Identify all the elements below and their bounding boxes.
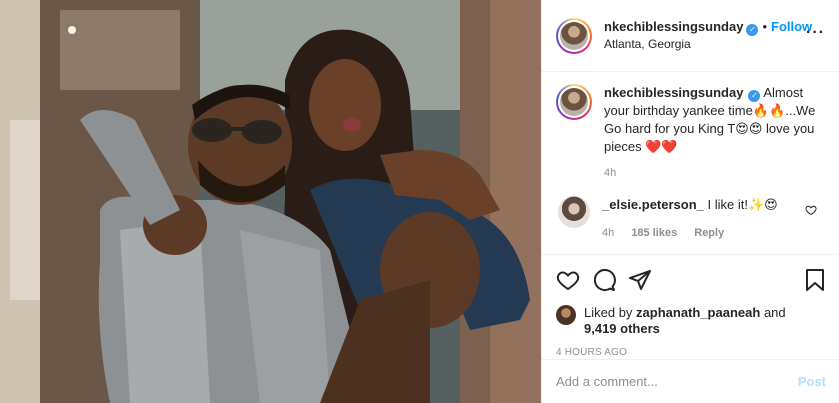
comment-input[interactable] [556, 374, 798, 389]
photo-illustration [0, 0, 541, 403]
post-timestamp[interactable]: 4 HOURS AGO [556, 347, 826, 358]
comment-text: I like it!✨😍 [707, 197, 778, 212]
action-icons [556, 265, 826, 295]
commenter-avatar[interactable] [558, 196, 590, 228]
likes-prefix: Liked by [584, 305, 633, 320]
likes-text: Liked by zaphanath_paaneah and 9,419 oth… [584, 305, 786, 337]
caption-time[interactable]: 4h [604, 164, 824, 182]
caption-author-avatar[interactable] [556, 84, 592, 120]
comment-item: _elsie.peterson_ I like it!✨😍 4h 185 lik… [556, 196, 825, 242]
heart-icon[interactable] [556, 268, 580, 292]
comment-body: _elsie.peterson_ I like it!✨😍 4h 185 lik… [602, 196, 778, 242]
author-avatar[interactable] [556, 17, 592, 54]
caption: nkechiblessingsunday ✓ Almost your birthd… [556, 84, 825, 182]
caption-body: nkechiblessingsunday ✓ Almost your birthd… [604, 84, 824, 182]
post-actions: Liked by zaphanath_paaneah and 9,419 oth… [542, 254, 839, 359]
post-location[interactable]: Atlanta, Georgia [604, 36, 812, 53]
post-header: nkechiblessingsunday ✓ • Follow Atlanta, Ge… [542, 0, 839, 72]
comment-meta: 4h 185 likes Reply [602, 224, 778, 242]
likes-summary: Liked by zaphanath_paaneah and 9,419 oth… [556, 305, 826, 337]
bookmark-icon[interactable] [804, 268, 826, 292]
separator-dot: • [762, 19, 767, 34]
post-photo[interactable] [0, 0, 541, 403]
comment-time[interactable]: 4h [602, 227, 614, 239]
post-side-panel: nkechiblessingsunday ✓ • Follow Atlanta, Ge… [541, 0, 839, 403]
verified-badge-icon: ✓ [748, 90, 761, 102]
liker-username[interactable]: zaphanath_paaneah [636, 305, 760, 320]
comment-icon[interactable] [592, 268, 616, 292]
share-icon[interactable] [628, 268, 652, 292]
comments-section: nkechiblessingsunday ✓ Almost your birthd… [542, 72, 839, 254]
likes-others[interactable]: 9,419 others [584, 321, 660, 336]
commenter-username[interactable]: _elsie.peterson_ [602, 197, 704, 212]
add-comment-bar: Post [542, 359, 839, 403]
more-options-icon[interactable]: ··· [806, 24, 825, 42]
comment-likes[interactable]: 185 likes [631, 227, 677, 239]
author-username[interactable]: nkechiblessingsunday [604, 19, 743, 34]
caption-username[interactable]: nkechiblessingsunday [604, 85, 743, 100]
liker-avatar[interactable] [556, 305, 576, 325]
header-text: nkechiblessingsunday ✓ • Follow Atlanta, Ge… [604, 18, 812, 53]
likes-conjunction: and [763, 305, 786, 320]
verified-badge-icon: ✓ [746, 24, 759, 36]
reply-button[interactable]: Reply [694, 227, 724, 239]
comment-like-heart-icon[interactable] [805, 204, 817, 219]
post-comment-button[interactable]: Post [798, 374, 826, 389]
